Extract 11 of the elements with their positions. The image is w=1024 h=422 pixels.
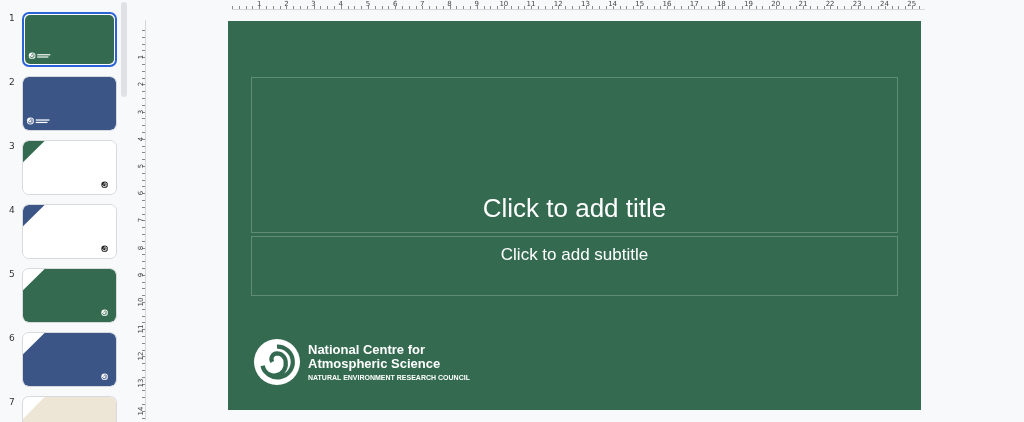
- slide-number: 2: [8, 76, 16, 88]
- slide-number: 6: [8, 332, 16, 344]
- title-placeholder[interactable]: Click to add title: [251, 77, 898, 233]
- subtitle-placeholder[interactable]: Click to add subtitle: [251, 236, 898, 296]
- logo-text: Atmospheric Science: [308, 357, 442, 371]
- slide-number: 1: [8, 12, 16, 24]
- slide-number: 4: [8, 204, 16, 216]
- slide-number: 5: [8, 268, 16, 280]
- logo-text: National Centre for: [308, 343, 426, 357]
- slide-number: 3: [8, 140, 16, 152]
- slide-number: 7: [8, 396, 16, 408]
